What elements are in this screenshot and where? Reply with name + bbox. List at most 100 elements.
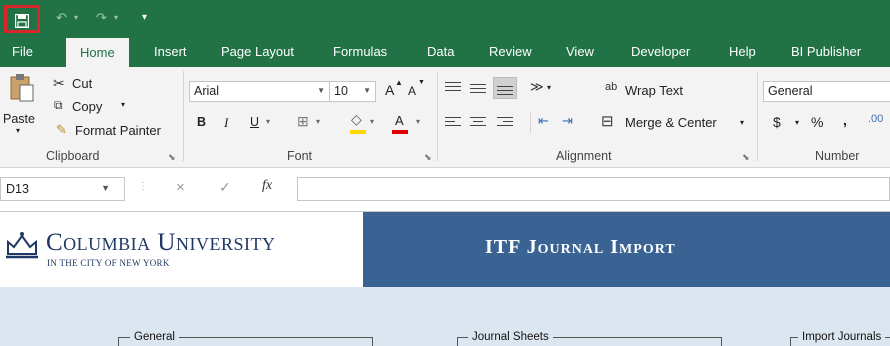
paste-dropdown-icon[interactable]: ▾	[16, 126, 20, 135]
underline-dropdown-icon[interactable]: ▾	[266, 117, 270, 126]
decrease-font-icon: ▼	[418, 79, 425, 86]
currency-dropdown-icon[interactable]: ▾	[795, 118, 799, 127]
number-format-value: General	[768, 84, 813, 98]
ribbon-divider	[530, 111, 531, 133]
title-banner: ITF Journal Import	[363, 212, 890, 287]
tab-formulas[interactable]: Formulas	[333, 44, 387, 59]
redo-icon[interactable]: ↷	[96, 10, 107, 26]
borders-icon[interactable]: ⊞	[297, 113, 309, 130]
tab-file[interactable]: File	[12, 44, 33, 59]
ribbon: Paste ▾ ✂ Cut ⧉ Copy ▾ ✎ Format Painter …	[0, 67, 890, 168]
quick-access-toolbar: ↶ ▾ ↷ ▾ ▾	[0, 0, 890, 34]
format-painter-button[interactable]: Format Painter	[75, 123, 161, 138]
cut-button[interactable]: Cut	[72, 76, 92, 91]
font-color-dropdown-icon[interactable]: ▾	[416, 117, 420, 126]
paste-button[interactable]: Paste ▾	[3, 73, 41, 139]
paste-label: Paste	[3, 112, 35, 126]
fill-color-icon[interactable]: ◇	[351, 111, 362, 128]
orientation-dropdown-icon[interactable]: ▾	[547, 83, 551, 92]
enter-icon[interactable]: ✓	[219, 179, 231, 196]
font-size-value: 10	[334, 84, 348, 98]
fill-color-bar	[350, 130, 366, 134]
increase-font-button[interactable]: A	[385, 82, 394, 98]
clipboard-launcher-icon[interactable]: ⬊	[168, 152, 176, 163]
sheet-body: General Journal Sheets Import Journals	[0, 287, 890, 346]
copy-button[interactable]: Copy	[72, 99, 102, 114]
align-center-button[interactable]	[470, 115, 486, 129]
tab-bi-publisher[interactable]: BI Publisher	[791, 44, 861, 59]
cancel-icon[interactable]: ×	[176, 179, 185, 196]
format-painter-icon: ✎	[56, 122, 67, 137]
italic-button[interactable]: I	[224, 115, 228, 131]
font-color-bar	[392, 130, 408, 134]
copy-dropdown-icon[interactable]: ▾	[121, 100, 125, 109]
merge-center-icon: ⊟	[601, 113, 614, 130]
font-color-button[interactable]: A	[395, 113, 404, 128]
align-left-button[interactable]	[445, 115, 461, 129]
currency-button[interactable]: $	[773, 114, 781, 130]
borders-dropdown-icon[interactable]: ▾	[316, 117, 320, 126]
ribbon-divider	[437, 71, 438, 161]
number-group-label: Number	[815, 149, 860, 163]
formula-input[interactable]	[297, 177, 890, 201]
alignment-launcher-icon[interactable]: ⬊	[742, 152, 750, 163]
redo-dropdown-icon[interactable]: ▾	[114, 13, 118, 22]
tab-data[interactable]: Data	[427, 44, 454, 59]
comma-button[interactable]: ,	[843, 112, 847, 128]
undo-icon[interactable]: ↶	[56, 10, 67, 26]
fill-color-dropdown-icon[interactable]: ▾	[370, 117, 374, 126]
merge-center-button[interactable]: Merge & Center	[625, 115, 717, 130]
font-name-select[interactable]: Arial ▼	[189, 81, 330, 102]
font-launcher-icon[interactable]: ⬊	[424, 152, 432, 163]
tab-page-layout[interactable]: Page Layout	[221, 44, 294, 59]
percent-button[interactable]: %	[811, 114, 823, 130]
chevron-down-icon: ▼	[363, 86, 371, 95]
increase-indent-icon[interactable]: ⇥	[562, 113, 573, 129]
tab-review[interactable]: Review	[489, 44, 532, 59]
merge-center-dropdown-icon[interactable]: ▾	[740, 118, 744, 127]
insert-function-button[interactable]: fx	[262, 178, 272, 194]
decrease-font-button[interactable]: A	[408, 84, 416, 98]
university-name: Columbia University	[46, 229, 276, 256]
middle-align-button[interactable]	[470, 80, 486, 94]
journal-sheets-section-label: Journal Sheets	[468, 331, 553, 343]
tab-view[interactable]: View	[566, 44, 594, 59]
font-name-value: Arial	[194, 84, 220, 98]
save-button[interactable]	[4, 5, 40, 33]
general-section-label: General	[130, 331, 179, 343]
tab-help[interactable]: Help	[729, 44, 756, 59]
number-format-select[interactable]: General	[763, 81, 890, 102]
decrease-indent-icon[interactable]: ⇤	[538, 113, 549, 129]
page-title: ITF Journal Import	[485, 236, 676, 258]
increase-decimal-icon[interactable]: .00	[868, 113, 883, 125]
tab-home[interactable]: Home	[66, 38, 129, 67]
name-box[interactable]: D13 ▼	[0, 177, 125, 201]
bold-button[interactable]: B	[197, 115, 206, 129]
crown-logo-icon	[6, 232, 38, 259]
wrap-text-button[interactable]: Wrap Text	[625, 83, 683, 98]
bottom-align-button[interactable]	[493, 77, 517, 99]
ribbon-tabs: File Home Insert Page Layout Formulas Da…	[0, 34, 890, 67]
cut-icon: ✂	[53, 75, 65, 91]
clipboard-group-label: Clipboard	[46, 149, 100, 163]
orientation-icon[interactable]: ≫	[530, 79, 544, 95]
tab-developer[interactable]: Developer	[631, 44, 690, 59]
save-icon	[15, 14, 29, 28]
chevron-down-icon: ▼	[101, 183, 110, 193]
university-subtitle: In the City of New York	[47, 258, 170, 268]
underline-button[interactable]: U	[250, 115, 259, 129]
ribbon-divider	[757, 71, 758, 161]
top-align-button[interactable]	[445, 80, 461, 94]
wrap-text-icon: ab	[605, 81, 618, 93]
university-banner: Columbia University In the City of New Y…	[0, 212, 363, 287]
font-group-label: Font	[287, 149, 313, 163]
grip-icon: ⋮	[138, 181, 148, 192]
alignment-group-label: Alignment	[556, 149, 612, 163]
copy-icon: ⧉	[54, 98, 63, 112]
tab-insert[interactable]: Insert	[154, 44, 187, 59]
increase-font-icon: ▲	[395, 78, 403, 87]
undo-dropdown-icon[interactable]: ▾	[74, 13, 78, 22]
align-right-button[interactable]	[497, 115, 513, 129]
customize-qat-icon[interactable]: ▾	[142, 12, 147, 23]
font-size-select[interactable]: 10 ▼	[329, 81, 376, 102]
